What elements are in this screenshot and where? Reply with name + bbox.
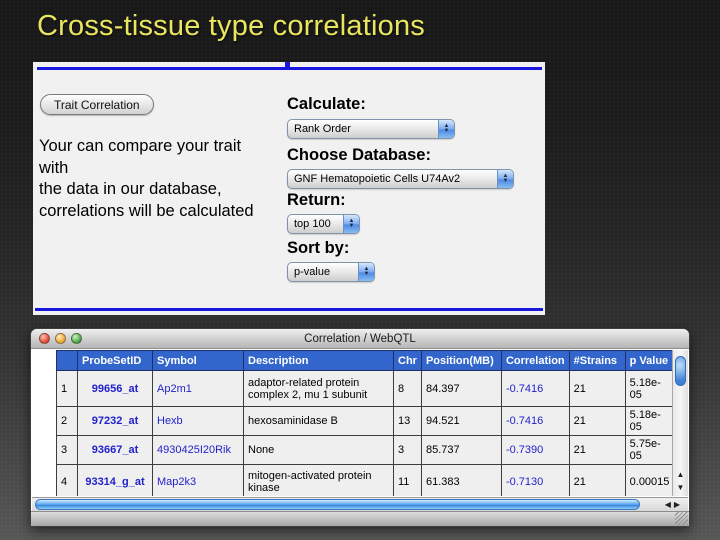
close-button[interactable] — [39, 333, 50, 344]
table-row: 2 97232_at Hexb hexosaminidase B 13 94.5… — [57, 407, 678, 436]
probeset-link[interactable]: 93314_g_at — [85, 476, 144, 488]
sort-by-select-value: p-value — [288, 266, 358, 278]
slide-background: Cross-tissue type correlations Trait Cor… — [0, 0, 720, 540]
return-label: Return: — [287, 191, 346, 210]
window-titlebar[interactable]: Correlation / WebQTL — [31, 329, 689, 349]
description-cell: mitogen-activated protein kinase — [244, 465, 394, 497]
header-description: Description — [244, 351, 394, 371]
pvalue-cell: 5.18e-05 — [625, 371, 677, 407]
header-position: Position(MB) — [421, 351, 501, 371]
sort-by-select[interactable]: p-value ▲▼ — [287, 262, 375, 282]
chr-cell: 8 — [394, 371, 422, 407]
calculate-select[interactable]: Rank Order ▲▼ — [287, 119, 455, 139]
header-symbol: Symbol — [153, 351, 244, 371]
probeset-link[interactable]: 97232_at — [92, 415, 139, 427]
header-chr: Chr — [394, 351, 422, 371]
header-index — [57, 351, 78, 371]
database-select[interactable]: GNF Hematopoietic Cells U74Av2 ▲▼ — [287, 169, 514, 189]
description-cell: adaptor-related protein complex 2, mu 1 … — [244, 371, 394, 407]
dropdown-stepper-icon: ▲▼ — [438, 120, 454, 138]
horizontal-scrollbar[interactable]: ◀▶ — [32, 497, 688, 511]
sort-by-label: Sort by: — [287, 239, 349, 258]
chr-cell: 11 — [394, 465, 422, 497]
form-description: Your can compare your trait with the dat… — [39, 136, 254, 222]
bottom-divider — [35, 308, 543, 311]
position-cell: 94.521 — [421, 407, 501, 436]
correlation-link[interactable]: -0.7390 — [506, 444, 543, 456]
scroll-down-icon[interactable]: ▼ — [673, 481, 688, 494]
strains-cell: 21 — [569, 407, 625, 436]
chr-cell: 13 — [394, 407, 422, 436]
table-row: 4 93314_g_at Map2k3 mitogen-activated pr… — [57, 465, 678, 497]
strains-cell: 21 — [569, 371, 625, 407]
calculate-label: Calculate: — [287, 95, 366, 114]
description-line: correlations will be calculated — [39, 201, 254, 223]
resize-grip-icon[interactable] — [675, 512, 688, 525]
dropdown-stepper-icon: ▲▼ — [343, 215, 359, 233]
symbol-link[interactable]: 4930425I20Rik — [157, 444, 231, 456]
vertical-scrollbar[interactable]: ▲ ▼ — [672, 350, 688, 496]
correlation-link[interactable]: -0.7416 — [506, 383, 543, 395]
header-correlation: Correlation — [501, 351, 569, 371]
header-pvalue: p Value — [625, 351, 677, 371]
slide-title: Cross-tissue type correlations — [37, 10, 425, 43]
row-index: 4 — [57, 465, 78, 497]
position-cell: 84.397 — [421, 371, 501, 407]
dropdown-stepper-icon: ▲▼ — [358, 263, 374, 281]
symbol-link[interactable]: Map2k3 — [157, 476, 196, 488]
row-index: 1 — [57, 371, 78, 407]
chr-cell: 3 — [394, 436, 422, 465]
correlation-table: ProbeSetID Symbol Description Chr Positi… — [56, 350, 678, 496]
zoom-button[interactable] — [71, 333, 82, 344]
strains-cell: 21 — [569, 465, 625, 497]
window-content: ProbeSetID Symbol Description Chr Positi… — [32, 350, 688, 496]
choose-database-label: Choose Database: — [287, 146, 431, 165]
minimize-button[interactable] — [55, 333, 66, 344]
row-index: 2 — [57, 407, 78, 436]
symbol-link[interactable]: Hexb — [157, 415, 183, 427]
header-probesetid: ProbeSetID — [78, 351, 153, 371]
table-header-row: ProbeSetID Symbol Description Chr Positi… — [57, 351, 678, 371]
probeset-link[interactable]: 93667_at — [92, 444, 139, 456]
vertical-scrollbar-thumb[interactable] — [675, 356, 686, 386]
description-line: Your can compare your trait — [39, 136, 254, 158]
correlation-window: Correlation / WebQTL ProbeSetID Symbol D… — [30, 328, 690, 527]
description-line: the data in our database, — [39, 179, 254, 201]
description-line: with — [39, 158, 254, 180]
pvalue-cell: 0.00015 — [625, 465, 677, 497]
return-select-value: top 100 — [288, 218, 343, 230]
window-statusbar — [31, 511, 689, 526]
description-cell: None — [244, 436, 394, 465]
trait-correlation-button[interactable]: Trait Correlation — [40, 94, 154, 115]
strains-cell: 21 — [569, 436, 625, 465]
divider-tick — [285, 62, 290, 67]
correlation-link[interactable]: -0.7130 — [506, 476, 543, 488]
horizontal-scrollbar-thumb[interactable] — [35, 499, 640, 510]
dropdown-stepper-icon: ▲▼ — [497, 170, 513, 188]
horizontal-scroll-arrows[interactable]: ◀▶ — [665, 498, 683, 511]
position-cell: 85.737 — [421, 436, 501, 465]
row-index: 3 — [57, 436, 78, 465]
table-row: 3 93667_at 4930425I20Rik None 3 85.737 -… — [57, 436, 678, 465]
traffic-lights — [39, 333, 82, 344]
calculate-select-value: Rank Order — [288, 123, 438, 135]
return-select[interactable]: top 100 ▲▼ — [287, 214, 360, 234]
top-divider — [37, 67, 542, 70]
database-select-value: GNF Hematopoietic Cells U74Av2 — [288, 173, 497, 185]
table-row: 1 99656_at Ap2m1 adaptor-related protein… — [57, 371, 678, 407]
pvalue-cell: 5.75e-05 — [625, 436, 677, 465]
vertical-scroll-arrows[interactable]: ▲ ▼ — [673, 468, 688, 494]
description-cell: hexosaminidase B — [244, 407, 394, 436]
window-title: Correlation / WebQTL — [31, 329, 689, 349]
correlation-form-panel: Trait Correlation Your can compare your … — [33, 62, 545, 315]
position-cell: 61.383 — [421, 465, 501, 497]
pvalue-cell: 5.18e-05 — [625, 407, 677, 436]
probeset-link[interactable]: 99656_at — [92, 383, 139, 395]
symbol-link[interactable]: Ap2m1 — [157, 383, 192, 395]
header-strains: #Strains — [569, 351, 625, 371]
correlation-link[interactable]: -0.7416 — [506, 415, 543, 427]
scroll-up-icon[interactable]: ▲ — [673, 468, 688, 481]
